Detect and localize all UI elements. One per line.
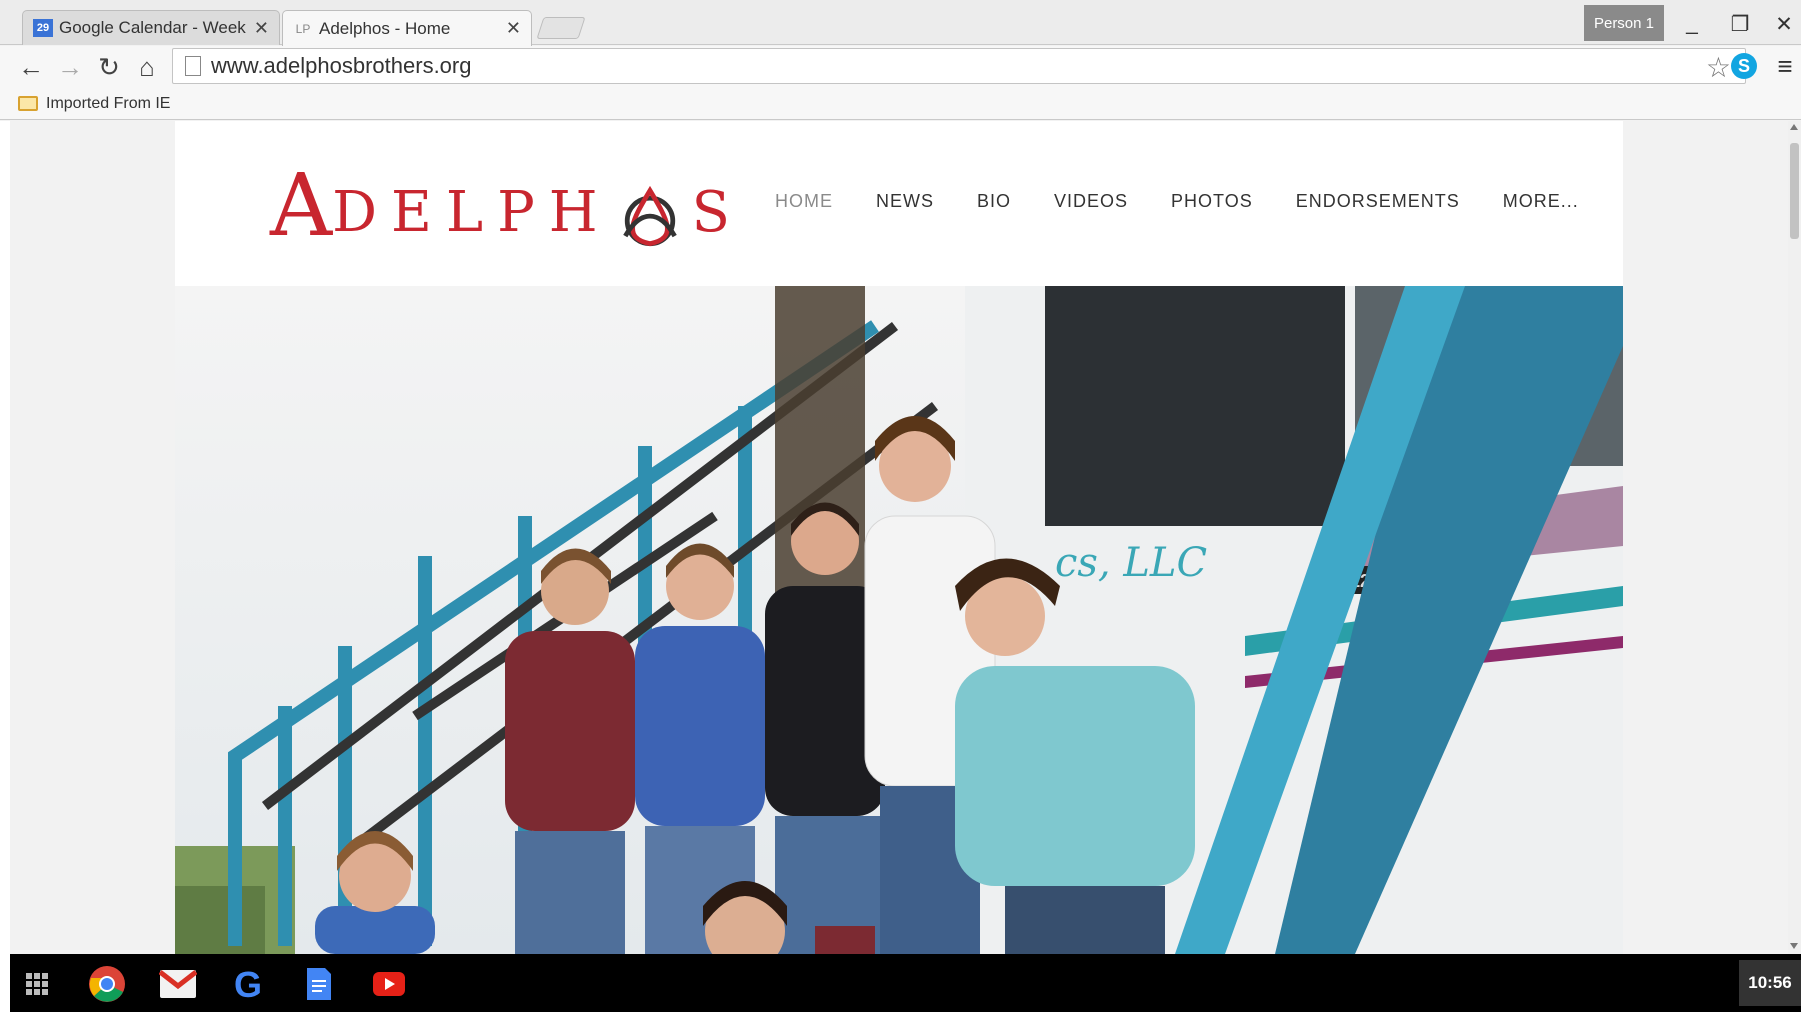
truck-company-text: cs, LLC xyxy=(1055,540,1207,586)
scroll-down-icon[interactable] xyxy=(1790,943,1798,949)
toolbar: ← → ↻ ⌂ www.adelphosbrothers.org ☆ S ≡ xyxy=(0,46,1801,88)
google-search-icon[interactable]: G xyxy=(230,965,268,1003)
vertical-scrollbar[interactable] xyxy=(1788,121,1801,954)
chrome-icon[interactable] xyxy=(88,965,126,1003)
app-launcher-icon[interactable] xyxy=(18,965,56,1003)
url-text: www.adelphosbrothers.org xyxy=(211,53,472,78)
site-logo[interactable]: A DELPH S xyxy=(270,163,730,249)
nav-news[interactable]: NEWS xyxy=(876,191,934,212)
logo-letters: DELPH xyxy=(332,180,612,245)
new-tab-button[interactable] xyxy=(536,17,586,39)
band-photo-illustration: FL112 cs, LLC 187 39 xyxy=(175,286,1623,954)
bookmark-star-icon[interactable]: ☆ xyxy=(1706,51,1731,84)
close-tab-icon[interactable]: ✕ xyxy=(506,18,521,39)
taskbar: G 10:56 xyxy=(10,954,1801,1012)
docs-icon[interactable] xyxy=(300,965,338,1003)
nav-home[interactable]: HOME xyxy=(775,191,833,212)
profile-button[interactable]: Person 1 xyxy=(1584,5,1664,41)
tab-label: Adelphos - Home xyxy=(319,18,451,38)
nav-more[interactable]: MORE... xyxy=(1503,191,1579,212)
youtube-icon[interactable] xyxy=(370,965,408,1003)
nav-bio[interactable]: BIO xyxy=(977,191,1011,212)
bookmarks-bar: Imported From IE xyxy=(0,88,1801,120)
nav-videos[interactable]: VIDEOS xyxy=(1054,191,1128,212)
minimize-icon[interactable]: _ xyxy=(1672,9,1712,39)
scrollbar-thumb[interactable] xyxy=(1790,143,1799,239)
nav-endorsements[interactable]: ENDORSEMENTS xyxy=(1296,191,1460,212)
logo-letter-a: A xyxy=(270,156,333,256)
bookmark-folder-imported[interactable]: Imported From IE xyxy=(46,95,170,113)
svg-text:G: G xyxy=(234,965,262,1003)
reload-icon[interactable]: ↻ xyxy=(92,50,126,84)
browser-chrome: 29 Google Calendar - Week o ✕ LP Adelpho… xyxy=(0,0,1801,121)
close-tab-icon[interactable]: ✕ xyxy=(254,18,269,39)
page-favicon-icon: LP xyxy=(295,21,311,36)
home-icon[interactable]: ⌂ xyxy=(130,50,164,84)
page-viewport: A DELPH S HOME NEWS BIO VIDEOS PHOTOS EN… xyxy=(10,121,1788,954)
restore-icon[interactable]: ❐ xyxy=(1720,9,1760,39)
tab-label: Google Calendar - Week o xyxy=(59,18,248,37)
close-window-icon[interactable]: ✕ xyxy=(1764,9,1801,39)
forward-arrow-icon[interactable]: → xyxy=(53,50,87,84)
screen: 29 Google Calendar - Week o ✕ LP Adelpho… xyxy=(0,0,1801,1012)
tab-google-calendar[interactable]: 29 Google Calendar - Week o ✕ xyxy=(22,10,280,45)
folder-icon xyxy=(18,96,38,111)
back-arrow-icon[interactable]: ← xyxy=(14,50,48,84)
trinity-knot-icon xyxy=(622,185,677,247)
calendar-icon: 29 xyxy=(33,19,53,37)
logo-letter-s: S xyxy=(691,180,730,245)
site-container: A DELPH S HOME NEWS BIO VIDEOS PHOTOS EN… xyxy=(175,121,1623,954)
gmail-icon[interactable] xyxy=(159,965,197,1003)
tab-adelphos-home[interactable]: LP Adelphos - Home ✕ xyxy=(282,10,532,46)
nav-photos[interactable]: PHOTOS xyxy=(1171,191,1253,212)
scroll-up-icon[interactable] xyxy=(1790,124,1798,130)
page-icon xyxy=(185,56,201,76)
menu-icon[interactable]: ≡ xyxy=(1771,51,1799,81)
tab-strip: 29 Google Calendar - Week o ✕ LP Adelpho… xyxy=(0,0,1801,46)
skype-icon[interactable]: S xyxy=(1731,53,1757,79)
address-bar[interactable]: www.adelphosbrothers.org ☆ xyxy=(172,48,1746,84)
clock[interactable]: 10:56 xyxy=(1739,960,1801,1006)
site-nav: HOME NEWS BIO VIDEOS PHOTOS ENDORSEMENTS… xyxy=(775,191,1622,212)
hero-photo: FL112 cs, LLC 187 39 xyxy=(175,286,1623,954)
